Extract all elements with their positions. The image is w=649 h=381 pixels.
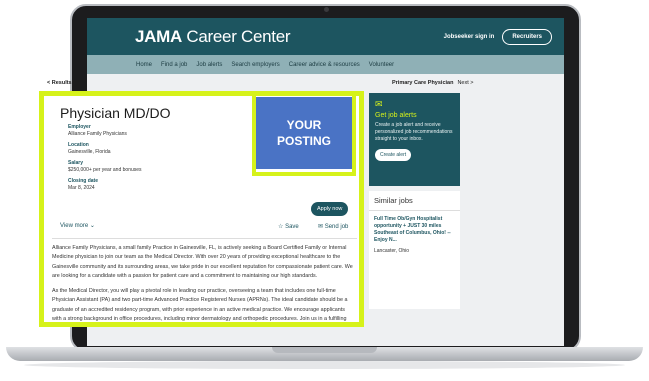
next-link[interactable]: Next > xyxy=(457,80,473,86)
camera-icon xyxy=(324,7,329,12)
main-nav: Home Find a job Job alerts Search employ… xyxy=(87,55,564,74)
jobseeker-signin-link[interactable]: Jobseeker sign in xyxy=(444,34,495,40)
salary-value: $250,000+ per year and bonuses xyxy=(68,167,142,173)
card-divider xyxy=(52,238,357,239)
mail-icon: ✉ xyxy=(318,224,324,230)
location-label: Location xyxy=(68,142,89,148)
salary-label: Salary xyxy=(68,160,84,166)
your-posting-placeholder: YOUR POSTING xyxy=(256,97,352,169)
laptop-notch xyxy=(272,347,377,353)
apply-now-button[interactable]: Apply now xyxy=(311,202,349,216)
save-job-button[interactable]: ☆ Save xyxy=(278,223,299,230)
similar-jobs-panel: Similar jobs Full Time Ob/Gyn Hospitalis… xyxy=(369,191,460,309)
job-pager: Primary Care Physician Next > xyxy=(392,80,474,86)
job-alerts-panel: ✉ Get job alerts Create a job alert and … xyxy=(369,93,460,186)
laptop-mockup: JAMA Career Center Jobseeker sign in Rec… xyxy=(0,0,649,381)
chevron-down-icon: ⌄ xyxy=(89,223,95,229)
site-logo[interactable]: JAMA Career Center xyxy=(135,27,291,47)
nav-volunteer[interactable]: Volunteer xyxy=(369,62,394,68)
job-title: Physician MD/DO xyxy=(60,105,171,121)
nav-career-advice[interactable]: Career advice & resources xyxy=(289,62,360,68)
nav-search-employers[interactable]: Search employers xyxy=(231,62,279,68)
view-more-toggle[interactable]: View more ⌄ xyxy=(60,222,95,229)
job-alerts-title: Get job alerts xyxy=(375,112,417,119)
recruiters-button[interactable]: Recruiters xyxy=(502,28,552,45)
job-description-paragraph-1: Alliance Family Physicians, a small fami… xyxy=(52,245,353,279)
star-icon: ☆ xyxy=(278,224,284,230)
nav-home[interactable]: Home xyxy=(136,62,152,68)
breadcrumb[interactable]: Primary Care Physician xyxy=(392,80,453,86)
envelope-icon: ✉ xyxy=(375,99,383,109)
nav-job-alerts[interactable]: Job alerts xyxy=(196,62,222,68)
similar-jobs-title: Similar jobs xyxy=(369,191,460,211)
employer-label: Employer xyxy=(68,124,91,130)
closing-date-label: Closing date xyxy=(68,178,99,184)
similar-job-location: Lancaster, Ohio xyxy=(374,248,410,254)
closing-date-value: Mar 8, 2024 xyxy=(68,185,95,191)
send-job-button[interactable]: ✉ Send job xyxy=(318,223,348,230)
site-header: JAMA Career Center Jobseeker sign in Rec… xyxy=(87,18,564,55)
similar-job-link[interactable]: Full Time Ob/Gyn Hospitalist opportunity… xyxy=(369,211,460,244)
job-alerts-text: Create a job alert and receive personali… xyxy=(375,122,453,142)
location-value: Gainesville, Florida xyxy=(68,149,111,155)
nav-find-a-job[interactable]: Find a job xyxy=(161,62,187,68)
employer-value[interactable]: Alliance Family Physicians xyxy=(68,131,127,137)
back-to-results-link[interactable]: < Results xyxy=(47,80,72,86)
create-alert-button[interactable]: Create alert xyxy=(375,149,412,161)
job-description-paragraph-2: As the Medical Director, you will play a… xyxy=(52,288,348,322)
laptop-shadow xyxy=(24,361,625,369)
